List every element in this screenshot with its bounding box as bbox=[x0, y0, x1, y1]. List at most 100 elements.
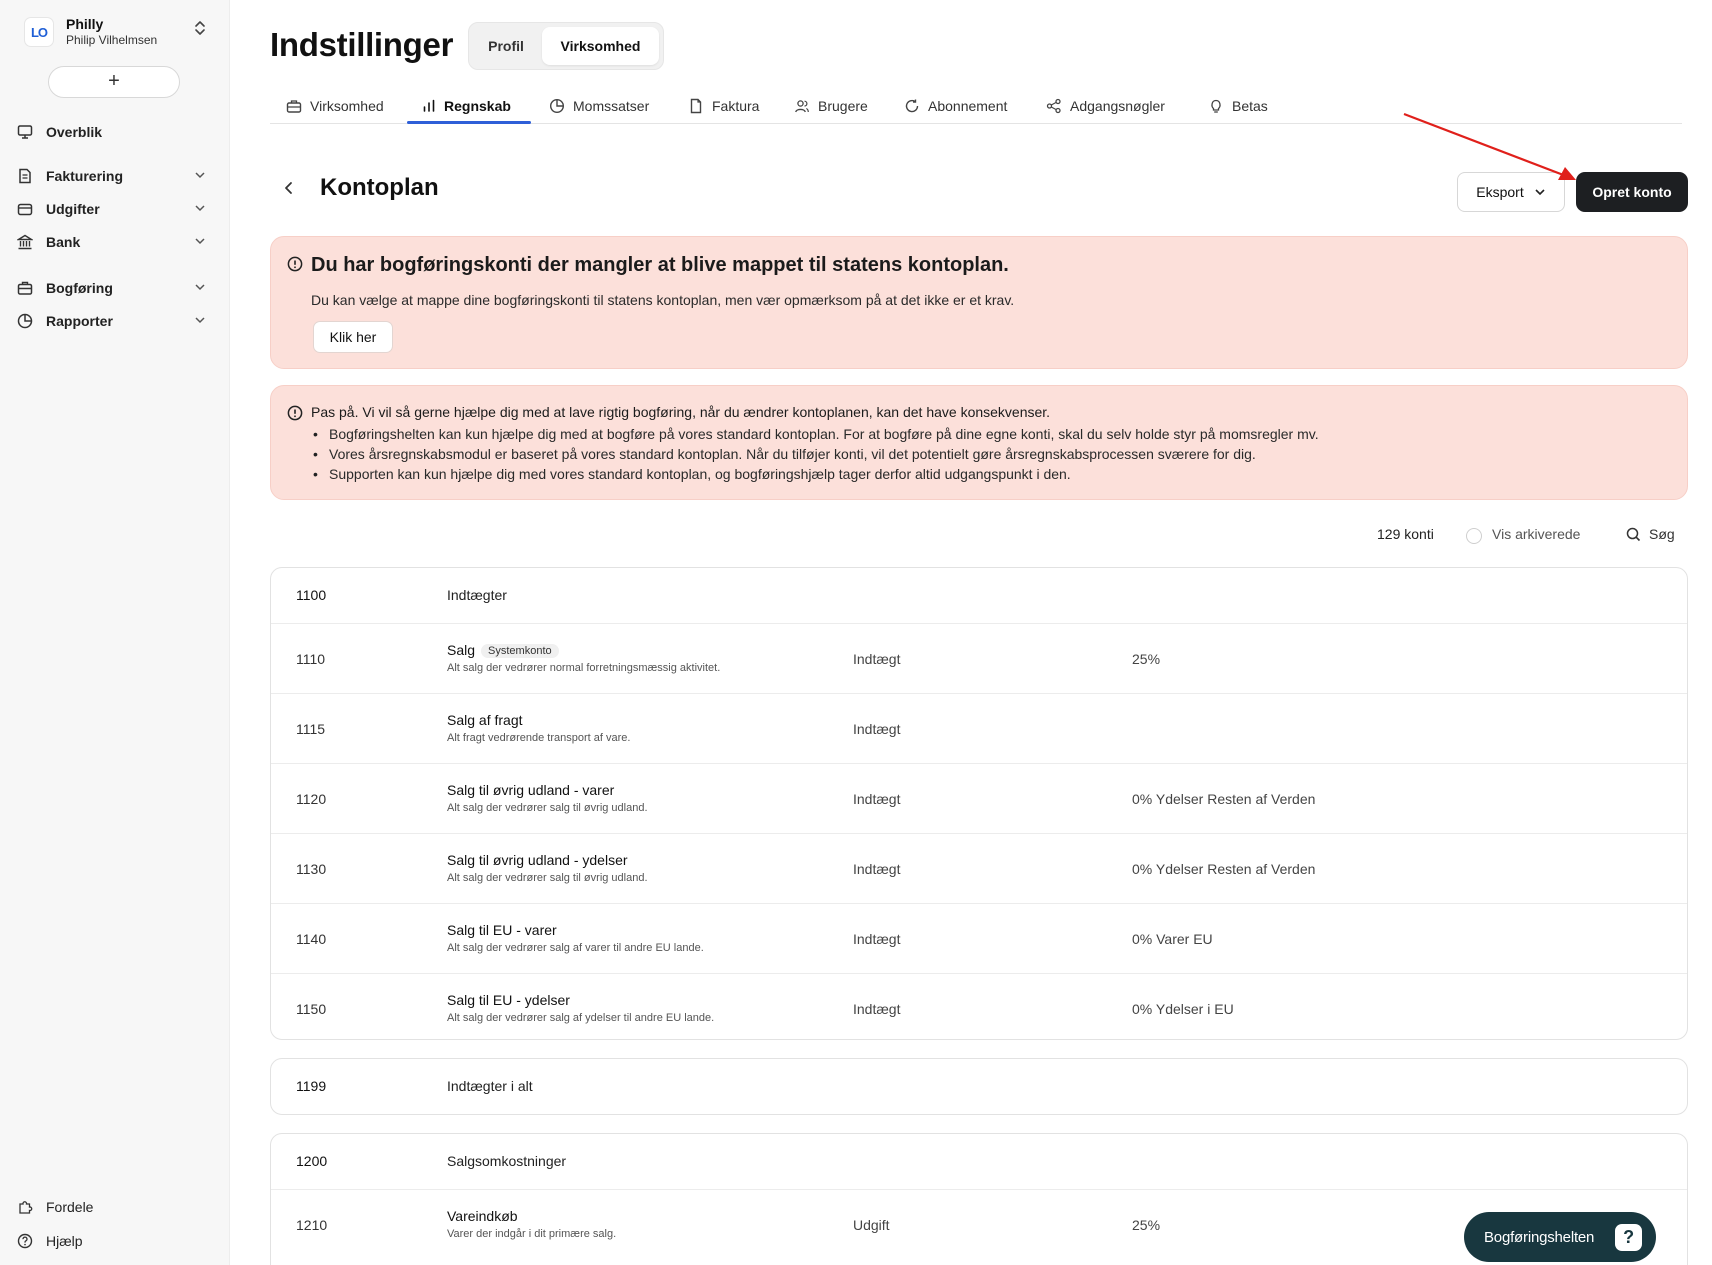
share-nodes-icon bbox=[1046, 98, 1061, 114]
account-number: 1150 bbox=[296, 1001, 327, 1017]
account-description: Alt salg der vedrører salg til øvrig udl… bbox=[447, 802, 648, 814]
sidebar-item-udgifter[interactable]: Udgifter bbox=[16, 195, 214, 223]
tab-label: Brugere bbox=[818, 98, 868, 114]
sidebar-item-fakturering[interactable]: Fakturering bbox=[16, 162, 214, 190]
document-icon bbox=[690, 98, 702, 114]
tab-momssatser[interactable]: Momssatser bbox=[549, 88, 649, 124]
table-row[interactable]: 1120 Salg til øvrig udland - varer Alt s… bbox=[271, 763, 1687, 833]
tab-adgangsnogler[interactable]: Adgangsnøgler bbox=[1046, 88, 1165, 124]
account-number: 1210 bbox=[296, 1217, 328, 1233]
account-name: Indtægter bbox=[447, 587, 507, 603]
show-archived-checkbox[interactable] bbox=[1466, 528, 1482, 544]
account-type: Indtægt bbox=[853, 861, 901, 877]
puzzle-icon bbox=[16, 1198, 34, 1216]
sidebar-item-fordele[interactable]: Fordele bbox=[16, 1193, 214, 1221]
sidebar-item-label: Hjælp bbox=[46, 1233, 83, 1249]
sidebar-item-overblik[interactable]: Overblik bbox=[16, 118, 214, 146]
tab-brugere[interactable]: Brugere bbox=[794, 88, 868, 124]
new-button[interactable]: + bbox=[48, 66, 180, 98]
account-type: Indtægt bbox=[853, 721, 901, 737]
account-total-row[interactable]: 1199 Indtægter i alt bbox=[271, 1059, 1687, 1114]
warning-list: Bogføringshelten kan kun hjælpe dig med … bbox=[313, 424, 1319, 484]
sidebar-item-label: Rapporter bbox=[46, 313, 113, 329]
tab-betas[interactable]: Betas bbox=[1208, 88, 1268, 124]
sidebar-item-hjaelp[interactable]: Hjælp bbox=[16, 1227, 214, 1255]
table-row[interactable]: 1130 Salg til øvrig udland - ydelser Alt… bbox=[271, 833, 1687, 903]
mapping-alert: Du har bogføringskonti der mangler at bl… bbox=[270, 236, 1688, 369]
tab-faktura[interactable]: Faktura bbox=[688, 88, 759, 124]
account-name: Salg til EU - varer bbox=[447, 922, 557, 938]
account-vat: 25% bbox=[1132, 1217, 1161, 1233]
refresh-icon bbox=[905, 99, 919, 113]
account-name: Salgsomkostninger bbox=[447, 1153, 567, 1169]
chevron-down-icon[interactable] bbox=[194, 169, 206, 181]
mapping-alert-text: Du kan vælge at mappe dine bogføringskon… bbox=[311, 292, 1015, 308]
account-name: Indtægter i alt bbox=[447, 1078, 533, 1094]
account-vat: 0% Varer EU bbox=[1132, 931, 1213, 947]
account-number: 1110 bbox=[296, 651, 326, 667]
account-description: Alt salg der vedrører salg til øvrig udl… bbox=[447, 872, 648, 884]
warning-item: Bogføringshelten kan kun hjælpe dig med … bbox=[313, 424, 1319, 444]
tab-label: Momssatser bbox=[573, 98, 650, 114]
tab-label: Faktura bbox=[712, 98, 760, 114]
create-account-button[interactable]: Opret konto bbox=[1576, 172, 1688, 212]
users-icon bbox=[795, 100, 809, 113]
account-number: 1120 bbox=[296, 791, 327, 807]
tab-label: Virksomhed bbox=[310, 98, 384, 114]
account-name: Salg af fragt bbox=[447, 712, 523, 728]
sidebar-item-bogforing[interactable]: Bogføring bbox=[16, 274, 214, 302]
account-type: Indtægt bbox=[853, 651, 901, 667]
bookkeeping-helper-button[interactable]: Bogføringshelten ? bbox=[1464, 1212, 1656, 1262]
chat-question-icon: ? bbox=[1615, 1224, 1642, 1251]
export-label: Eksport bbox=[1476, 184, 1524, 200]
account-vat: 0% Ydelser Resten af Verden bbox=[1132, 861, 1316, 877]
account-group-header[interactable]: 1100 Indtægter bbox=[271, 568, 1687, 623]
account-number: 1100 bbox=[296, 587, 327, 603]
table-row[interactable]: 1115 Salg af fragt Alt fragt vedrørende … bbox=[271, 693, 1687, 763]
account-description: Varer der indgår i dit primære salg. bbox=[447, 1228, 617, 1240]
account-switcher[interactable]: LO Philly Philip Vilhelmsen bbox=[24, 14, 210, 50]
account-name: Philly bbox=[66, 16, 104, 32]
table-row[interactable]: 1150 Salg til EU - ydelser Alt salg der … bbox=[271, 973, 1687, 1039]
account-group-card: 1100 Indtægter 1110 Salg Systemkonto Alt … bbox=[270, 567, 1688, 1040]
company-logo: LO bbox=[24, 17, 54, 47]
chevron-down-icon[interactable] bbox=[194, 281, 206, 293]
back-arrow-icon[interactable] bbox=[282, 181, 296, 195]
account-description: Alt salg der vedrører salg af varer til … bbox=[447, 942, 704, 954]
account-group-header[interactable]: 1200 Salgsomkostninger bbox=[271, 1134, 1687, 1189]
segment-virksomhed[interactable]: Virksomhed bbox=[542, 27, 659, 65]
segment-profil[interactable]: Profil bbox=[475, 27, 537, 65]
chevron-down-icon[interactable] bbox=[194, 314, 206, 326]
tab-virksomhed[interactable]: Virksomhed bbox=[286, 88, 384, 124]
account-vat: 0% Ydelser Resten af Verden bbox=[1132, 791, 1316, 807]
account-name: Salg Systemkonto bbox=[447, 642, 559, 658]
warning-alert-title: Pas på. Vi vil så gerne hjælpe dig med a… bbox=[311, 404, 1051, 420]
tab-regnskab[interactable]: Regnskab bbox=[422, 88, 511, 124]
mapping-alert-title: Du har bogføringskonti der mangler at bl… bbox=[311, 254, 1009, 276]
help-circle-icon bbox=[16, 1232, 34, 1250]
sidebar-item-label: Bogføring bbox=[46, 280, 113, 296]
click-here-button[interactable]: Klik her bbox=[313, 321, 393, 353]
tab-label: Abonnement bbox=[928, 98, 1008, 114]
pie-chart-icon bbox=[16, 312, 34, 330]
search-button[interactable]: Søg bbox=[1626, 526, 1675, 542]
account-number: 1200 bbox=[296, 1153, 328, 1169]
bank-icon bbox=[16, 233, 34, 251]
account-type: Indtægt bbox=[853, 931, 901, 947]
tab-abonnement[interactable]: Abonnement bbox=[904, 88, 1007, 124]
helper-label: Bogføringshelten bbox=[1484, 1228, 1595, 1246]
chevron-down-icon[interactable] bbox=[194, 235, 206, 247]
briefcase-icon bbox=[16, 279, 34, 297]
pie-chart-icon bbox=[549, 98, 565, 114]
table-row[interactable]: 1140 Salg til EU - varer Alt salg der ve… bbox=[271, 903, 1687, 973]
account-number: 1115 bbox=[296, 721, 326, 737]
show-archived-label[interactable]: Vis arkiverede bbox=[1492, 526, 1580, 542]
sidebar-item-label: Udgifter bbox=[46, 201, 100, 217]
chevron-up-down-icon[interactable] bbox=[190, 20, 210, 42]
table-row[interactable]: 1110 Salg Systemkonto Alt salg der vedrør… bbox=[271, 623, 1687, 693]
annotation-arrow bbox=[1403, 112, 1576, 180]
sidebar-item-bank[interactable]: Bank bbox=[16, 228, 214, 256]
sidebar-item-rapporter[interactable]: Rapporter bbox=[16, 307, 214, 335]
chevron-down-icon[interactable] bbox=[194, 202, 206, 214]
account-total-card: 1199 Indtægter i alt bbox=[270, 1058, 1688, 1115]
